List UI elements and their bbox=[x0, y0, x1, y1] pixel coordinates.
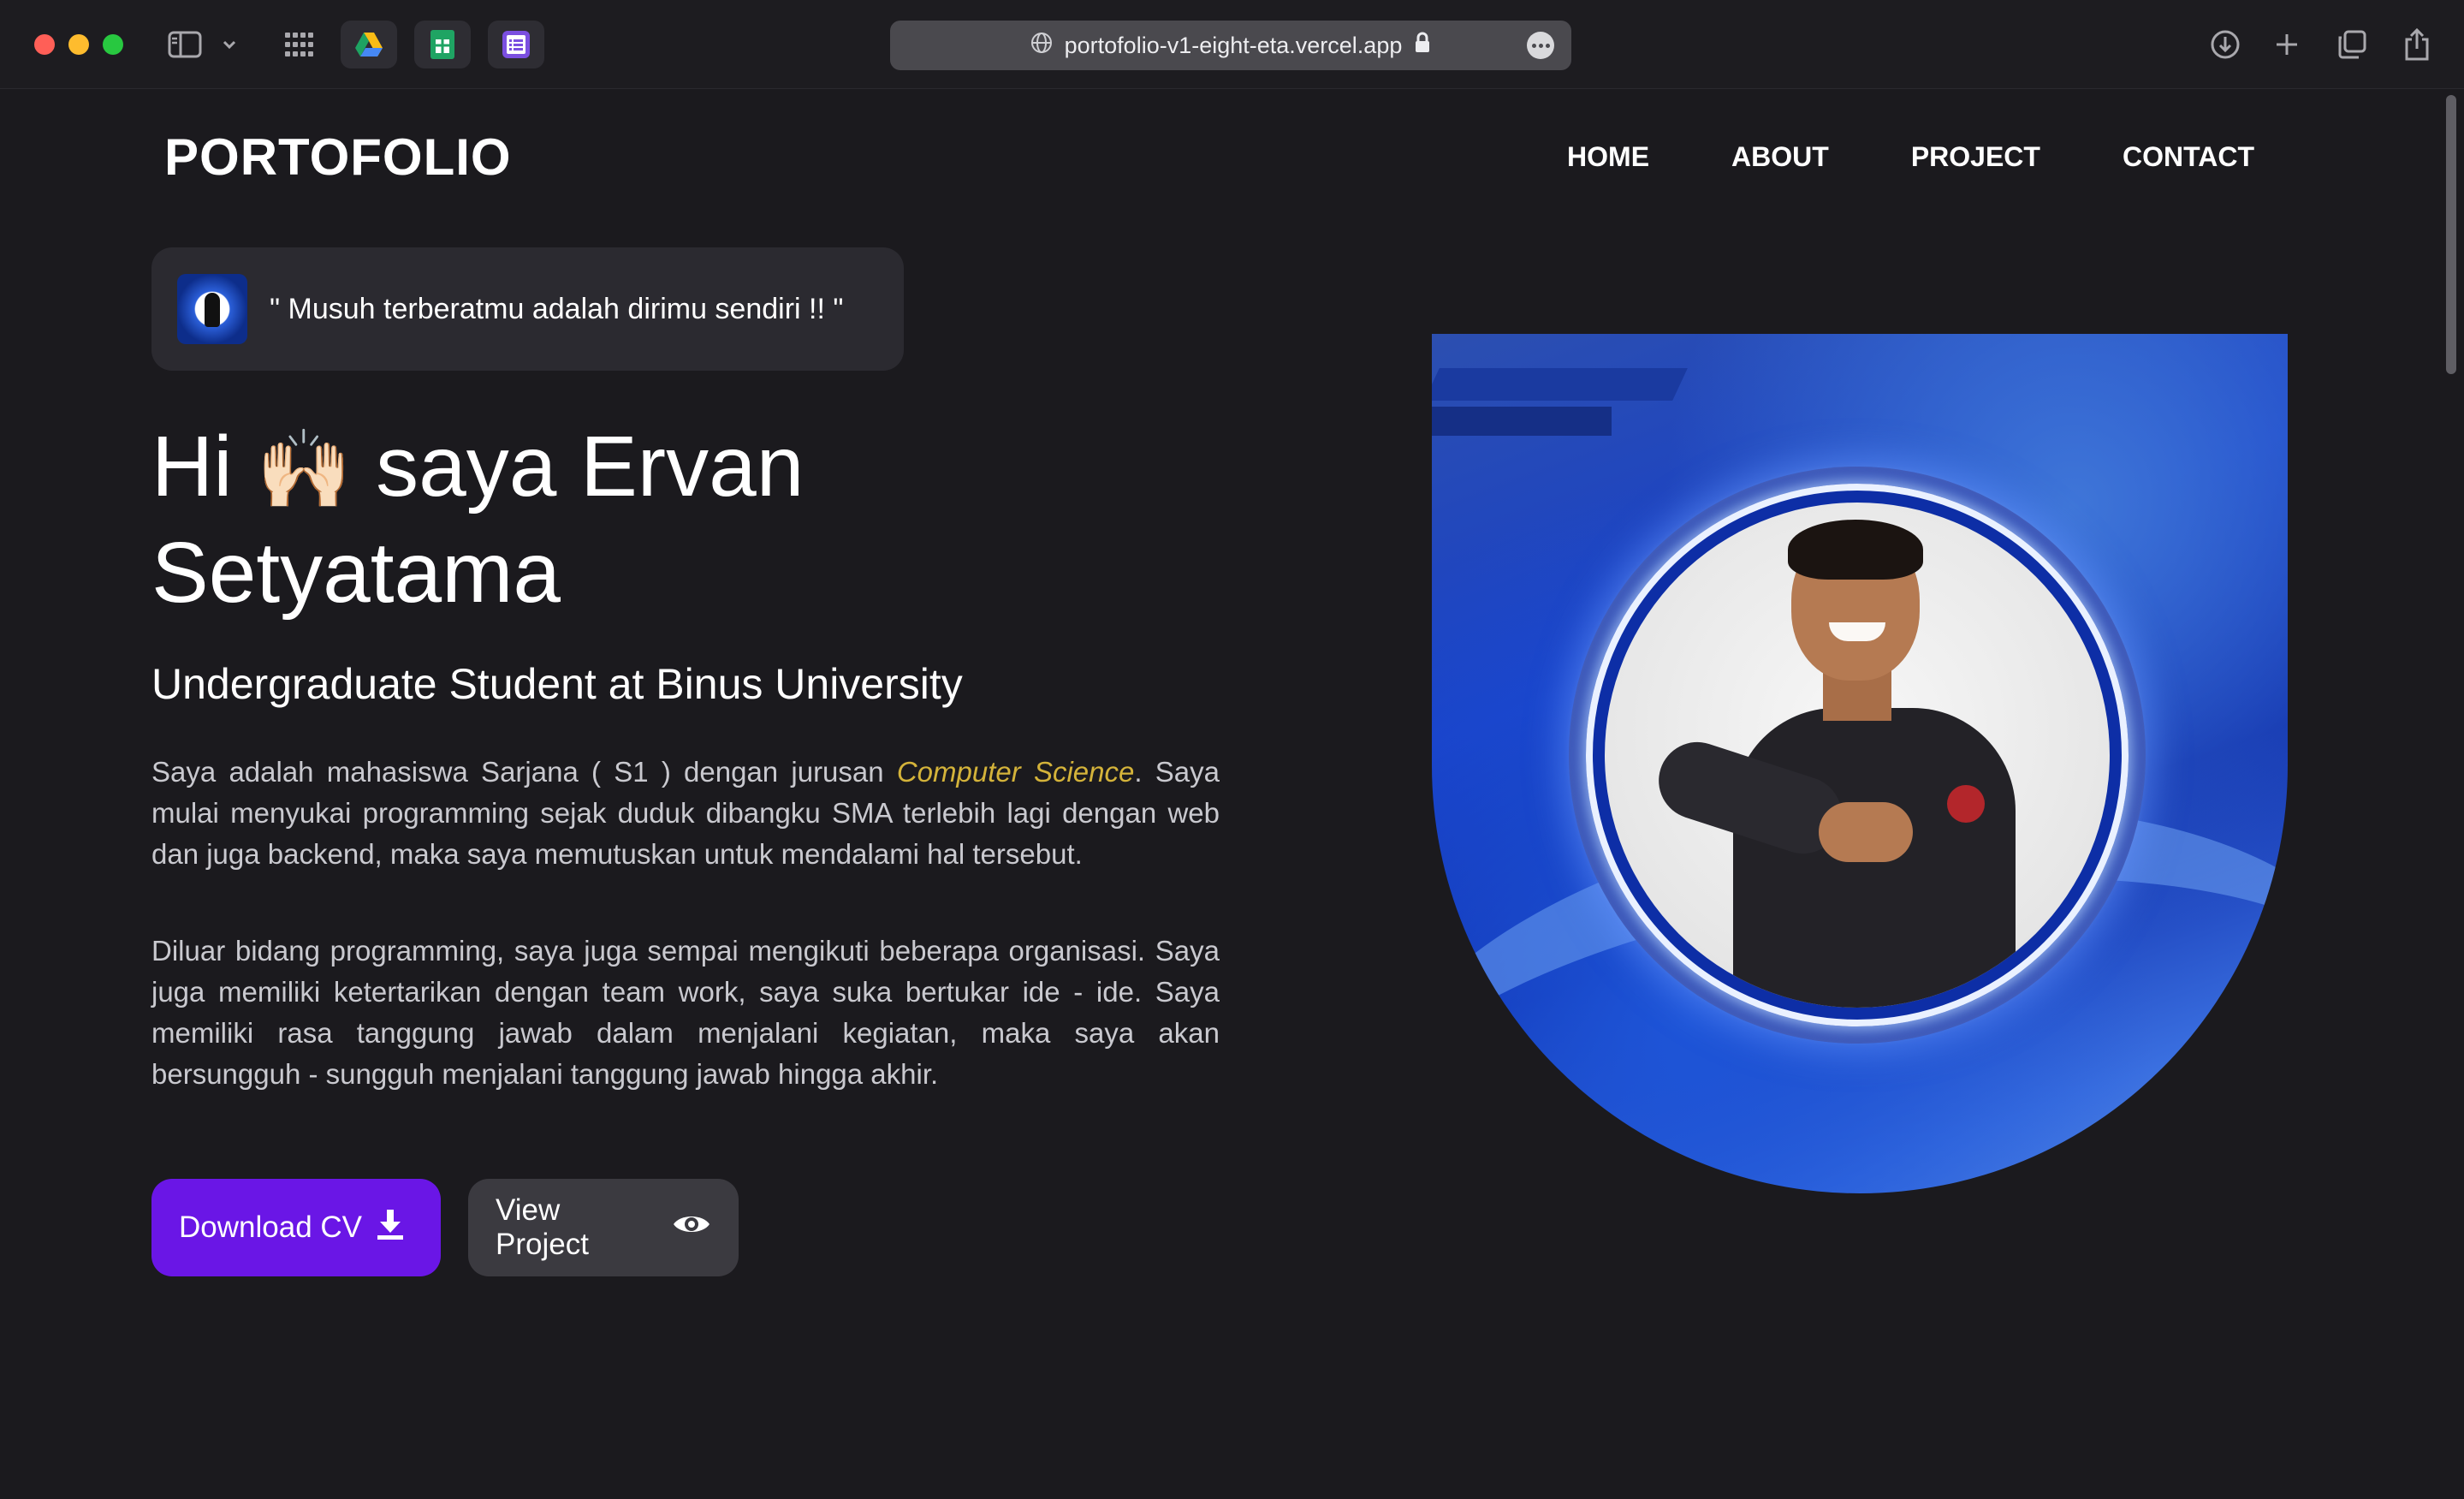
download-cv-label: Download CV bbox=[179, 1211, 362, 1244]
grid-icon[interactable] bbox=[282, 24, 317, 65]
raising-hands-icon: 🙌🏻 bbox=[256, 427, 353, 513]
site-brand[interactable]: PORTOFOLIO bbox=[164, 128, 512, 187]
sidebar-icon[interactable] bbox=[164, 24, 205, 65]
url-text: portofolio-v1-eight-eta.vercel.app bbox=[1064, 32, 1403, 58]
download-icon bbox=[376, 1208, 405, 1248]
nav-contact[interactable]: CONTACT bbox=[2123, 141, 2254, 173]
hero-subtitle: Undergraduate Student at Binus Universit… bbox=[151, 660, 963, 708]
chevron-down-icon[interactable] bbox=[219, 24, 240, 65]
main-nav: HOME ABOUT PROJECT CONTACT bbox=[1567, 141, 2254, 173]
download-cv-button[interactable]: Download CV bbox=[151, 1179, 441, 1276]
view-project-button[interactable]: View Project bbox=[468, 1179, 739, 1276]
about-paragraph-2: Diluar bidang programming, saya juga sem… bbox=[151, 935, 1220, 1090]
about-paragraph-1: Saya adalah mahasiswa Sarjana ( S1 ) den… bbox=[151, 752, 1220, 875]
google-sheets-icon[interactable] bbox=[414, 21, 471, 68]
browser-titlebar: portofolio-v1-eight-eta.vercel.app bbox=[0, 0, 2464, 89]
quote-card: " Musuh terberatmu adalah dirimu sendiri… bbox=[151, 247, 904, 371]
eye-icon bbox=[672, 1211, 711, 1245]
para1-text-start: Saya adalah mahasiswa Sarjana ( S1 ) den… bbox=[151, 756, 897, 788]
major-highlight: Computer Science bbox=[896, 756, 1135, 788]
google-drive-icon[interactable] bbox=[341, 21, 397, 68]
scrollbar[interactable] bbox=[2437, 90, 2464, 1499]
scroll-thumb[interactable] bbox=[2446, 95, 2456, 374]
avatar bbox=[177, 274, 247, 344]
address-bar[interactable]: portofolio-v1-eight-eta.vercel.app bbox=[890, 21, 1571, 70]
lock-icon bbox=[1414, 32, 1431, 60]
share-icon[interactable] bbox=[2400, 24, 2434, 65]
name-line-1: saya Ervan bbox=[376, 419, 805, 515]
globe-icon bbox=[1030, 32, 1053, 60]
minimize-window-button[interactable] bbox=[68, 34, 89, 55]
profile-photo bbox=[1605, 503, 2110, 1008]
tabs-overview-icon[interactable] bbox=[2333, 24, 2371, 65]
nav-about[interactable]: ABOUT bbox=[1731, 141, 1829, 173]
webpage: PORTOFOLIO HOME ABOUT PROJECT CONTACT " … bbox=[0, 90, 2464, 1499]
view-project-label: View Project bbox=[496, 1193, 589, 1261]
nav-project[interactable]: PROJECT bbox=[1911, 141, 2040, 173]
name-line-2: Setyatama bbox=[151, 525, 561, 621]
nav-home[interactable]: HOME bbox=[1567, 141, 1649, 173]
google-forms-icon[interactable] bbox=[488, 21, 544, 68]
plus-icon[interactable] bbox=[2270, 24, 2304, 65]
download-icon[interactable] bbox=[2206, 24, 2244, 65]
profile-image bbox=[1432, 334, 2288, 1193]
close-window-button[interactable] bbox=[34, 34, 55, 55]
hero-title: Hi 🙌🏻 saya Ervan Setyatama bbox=[151, 415, 1007, 624]
zoom-window-button[interactable] bbox=[103, 34, 123, 55]
greeting-text: Hi bbox=[151, 419, 233, 515]
quote-text: " Musuh terberatmu adalah dirimu sendiri… bbox=[270, 292, 844, 325]
page-menu-icon[interactable] bbox=[1527, 32, 1554, 59]
